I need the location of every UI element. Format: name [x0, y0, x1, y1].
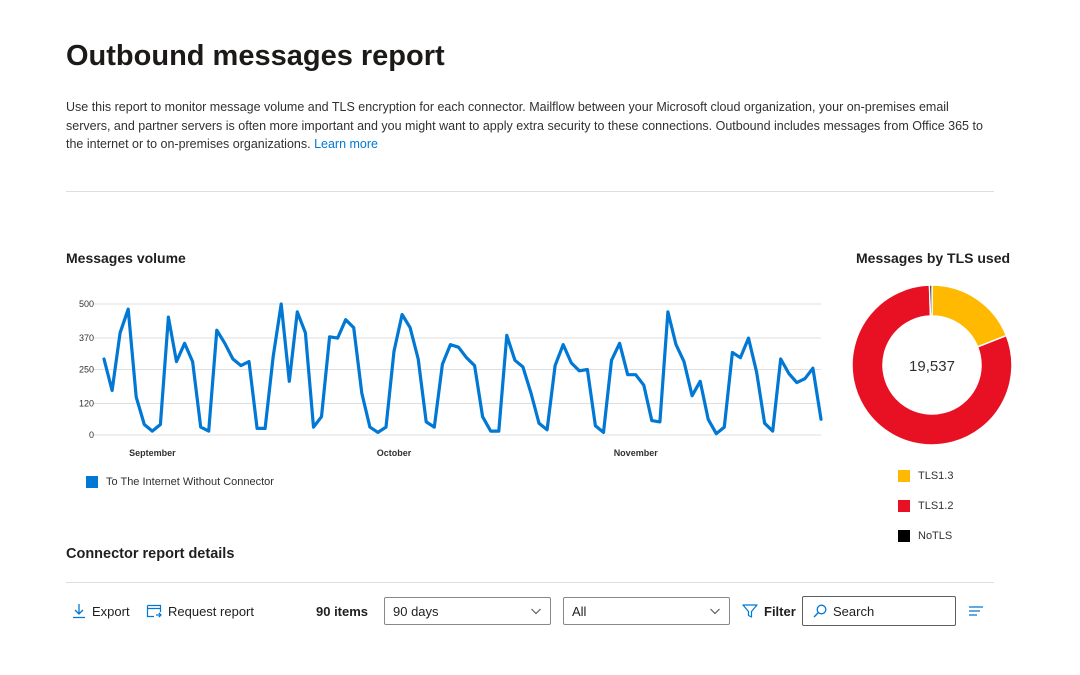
details-divider	[66, 582, 994, 583]
chevron-down-icon	[531, 608, 541, 615]
y-tick-label: 250	[79, 365, 94, 375]
legend-label: TLS1.2	[918, 499, 954, 512]
x-tick-label: November	[614, 448, 659, 458]
tls-legend-item-notls[interactable]: NoTLS	[898, 528, 953, 543]
dropdown-value: 90 days	[393, 603, 439, 619]
tls-legend-item-tls12[interactable]: TLS1.2	[898, 498, 953, 513]
details-title: Connector report details	[66, 546, 235, 562]
legend-swatch	[86, 476, 98, 488]
details-toolbar: Export Request report 90 items 90 days A…	[66, 596, 996, 626]
x-tick-label: September	[129, 448, 176, 458]
legend-swatch	[898, 529, 910, 542]
list-options-icon	[969, 606, 983, 616]
search-box[interactable]: Search	[802, 596, 956, 626]
items-count: 90 items	[316, 603, 369, 619]
export-button[interactable]: Export	[72, 596, 130, 626]
customize-columns-button[interactable]	[968, 596, 990, 626]
request-report-icon	[146, 604, 162, 618]
legend-label: TLS1.3	[918, 469, 954, 482]
header-divider	[66, 191, 994, 192]
page-title: Outbound messages report	[66, 40, 445, 72]
download-icon	[73, 604, 85, 619]
page-description: Use this report to monitor message volum…	[66, 98, 996, 154]
donut-slice-tls13[interactable]	[931, 284, 1008, 348]
legend-label: NoTLS	[918, 529, 953, 542]
request-report-label: Request report	[168, 603, 254, 619]
y-axis-ticks: 0 120 250 370 500	[79, 299, 94, 440]
y-tick-label: 0	[89, 430, 94, 440]
dropdown-value: All	[572, 603, 587, 619]
y-tick-label: 500	[79, 299, 94, 309]
request-report-button[interactable]: Request report	[146, 596, 254, 626]
learn-more-link[interactable]: Learn more	[314, 137, 378, 151]
time-period-dropdown[interactable]: 90 days	[384, 597, 551, 625]
legend-swatch	[898, 499, 910, 512]
chevron-down-icon	[710, 608, 720, 615]
tls-legend-item-tls13[interactable]: TLS1.3	[898, 468, 953, 483]
search-icon	[813, 604, 827, 618]
filter-icon	[742, 604, 758, 618]
tls-legend: TLS1.3 TLS1.2 NoTLS	[898, 468, 953, 558]
filter-button[interactable]: Filter	[742, 596, 796, 626]
donut-total: 19,537	[909, 358, 955, 375]
legend-label: To The Internet Without Connector	[106, 476, 274, 488]
legend-swatch	[898, 469, 910, 482]
search-placeholder: Search	[833, 603, 875, 619]
x-axis-ticks: September October November	[129, 448, 658, 458]
volume-chart-title: Messages volume	[66, 250, 186, 266]
filter-label: Filter	[764, 603, 796, 619]
type-dropdown[interactable]: All	[563, 597, 730, 625]
messages-volume-chart: 0 120 250 370 500 September October November	[79, 299, 823, 458]
y-tick-label: 120	[79, 399, 94, 409]
volume-chart-legend[interactable]: To The Internet Without Connector	[86, 476, 274, 488]
chart-gridlines	[94, 303, 821, 436]
description-text: Use this report to monitor message volum…	[66, 100, 983, 151]
x-tick-label: October	[377, 448, 412, 458]
tls-chart-title: Messages by TLS used	[856, 250, 1011, 266]
export-label: Export	[92, 603, 130, 619]
y-tick-label: 370	[79, 333, 94, 343]
tls-donut-chart: 19,537	[851, 284, 1013, 446]
donut-slice-notls[interactable]	[928, 284, 933, 317]
series-line[interactable]	[102, 302, 823, 436]
